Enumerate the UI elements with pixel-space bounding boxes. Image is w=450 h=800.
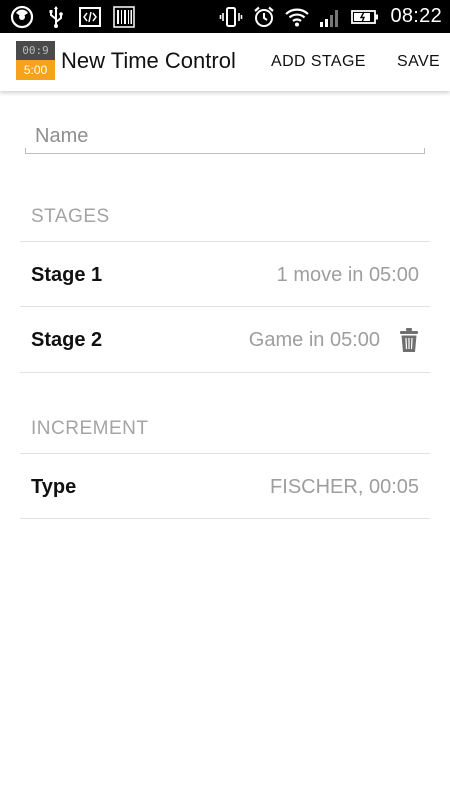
stage-label: Stage 2 [31, 329, 103, 351]
alarm-icon [254, 6, 275, 27]
add-stage-button[interactable]: ADD STAGE [271, 53, 366, 71]
name-underline-tick-left [25, 148, 26, 154]
increment-type-row[interactable]: Type FISCHER, 00:05 [20, 454, 430, 518]
clock: 08:22 [390, 5, 442, 27]
stage-label: Stage 1 [31, 264, 103, 286]
name-underline [25, 153, 425, 154]
status-bar: 08:22 [0, 0, 450, 33]
usb-icon [49, 5, 63, 28]
divider [20, 518, 430, 519]
stage-value: Game in 05:00 [248, 329, 380, 351]
notification-icons [10, 4, 136, 29]
increment-type-value: FISCHER, 00:05 [270, 476, 419, 498]
name-input[interactable] [25, 118, 425, 154]
name-field [25, 118, 425, 156]
chrome-icon [10, 5, 34, 28]
app-icon-top-text: 00:9 [16, 41, 55, 60]
code-icon [79, 6, 101, 27]
increment-type-label: Type [31, 476, 77, 498]
stages-header: STAGES [31, 206, 110, 227]
stage-row-1[interactable]: Stage 1 1 move in 05:00 [20, 242, 430, 306]
action-bar: 00:9 5:00 New Time Control ADD STAGE SAV… [0, 33, 450, 91]
battery-icon [351, 9, 379, 24]
app-icon: 00:9 5:00 [16, 41, 55, 80]
name-underline-tick-right [424, 148, 425, 154]
divider [20, 372, 430, 373]
trash-icon[interactable] [399, 327, 419, 353]
signal-icon [320, 9, 339, 27]
system-icons: 08:22 [219, 4, 442, 29]
increment-header: INCREMENT [31, 418, 149, 439]
stage-value: 1 move in 05:00 [276, 264, 419, 286]
stage-row-2[interactable]: Stage 2 Game in 05:00 [20, 307, 430, 371]
wifi-icon [285, 8, 310, 26]
vibrate-icon [220, 6, 243, 27]
app-icon-bottom-text: 5:00 [16, 60, 55, 80]
save-button[interactable]: SAVE [397, 53, 440, 71]
barcode-icon [113, 5, 135, 28]
page-title: New Time Control [61, 48, 236, 73]
